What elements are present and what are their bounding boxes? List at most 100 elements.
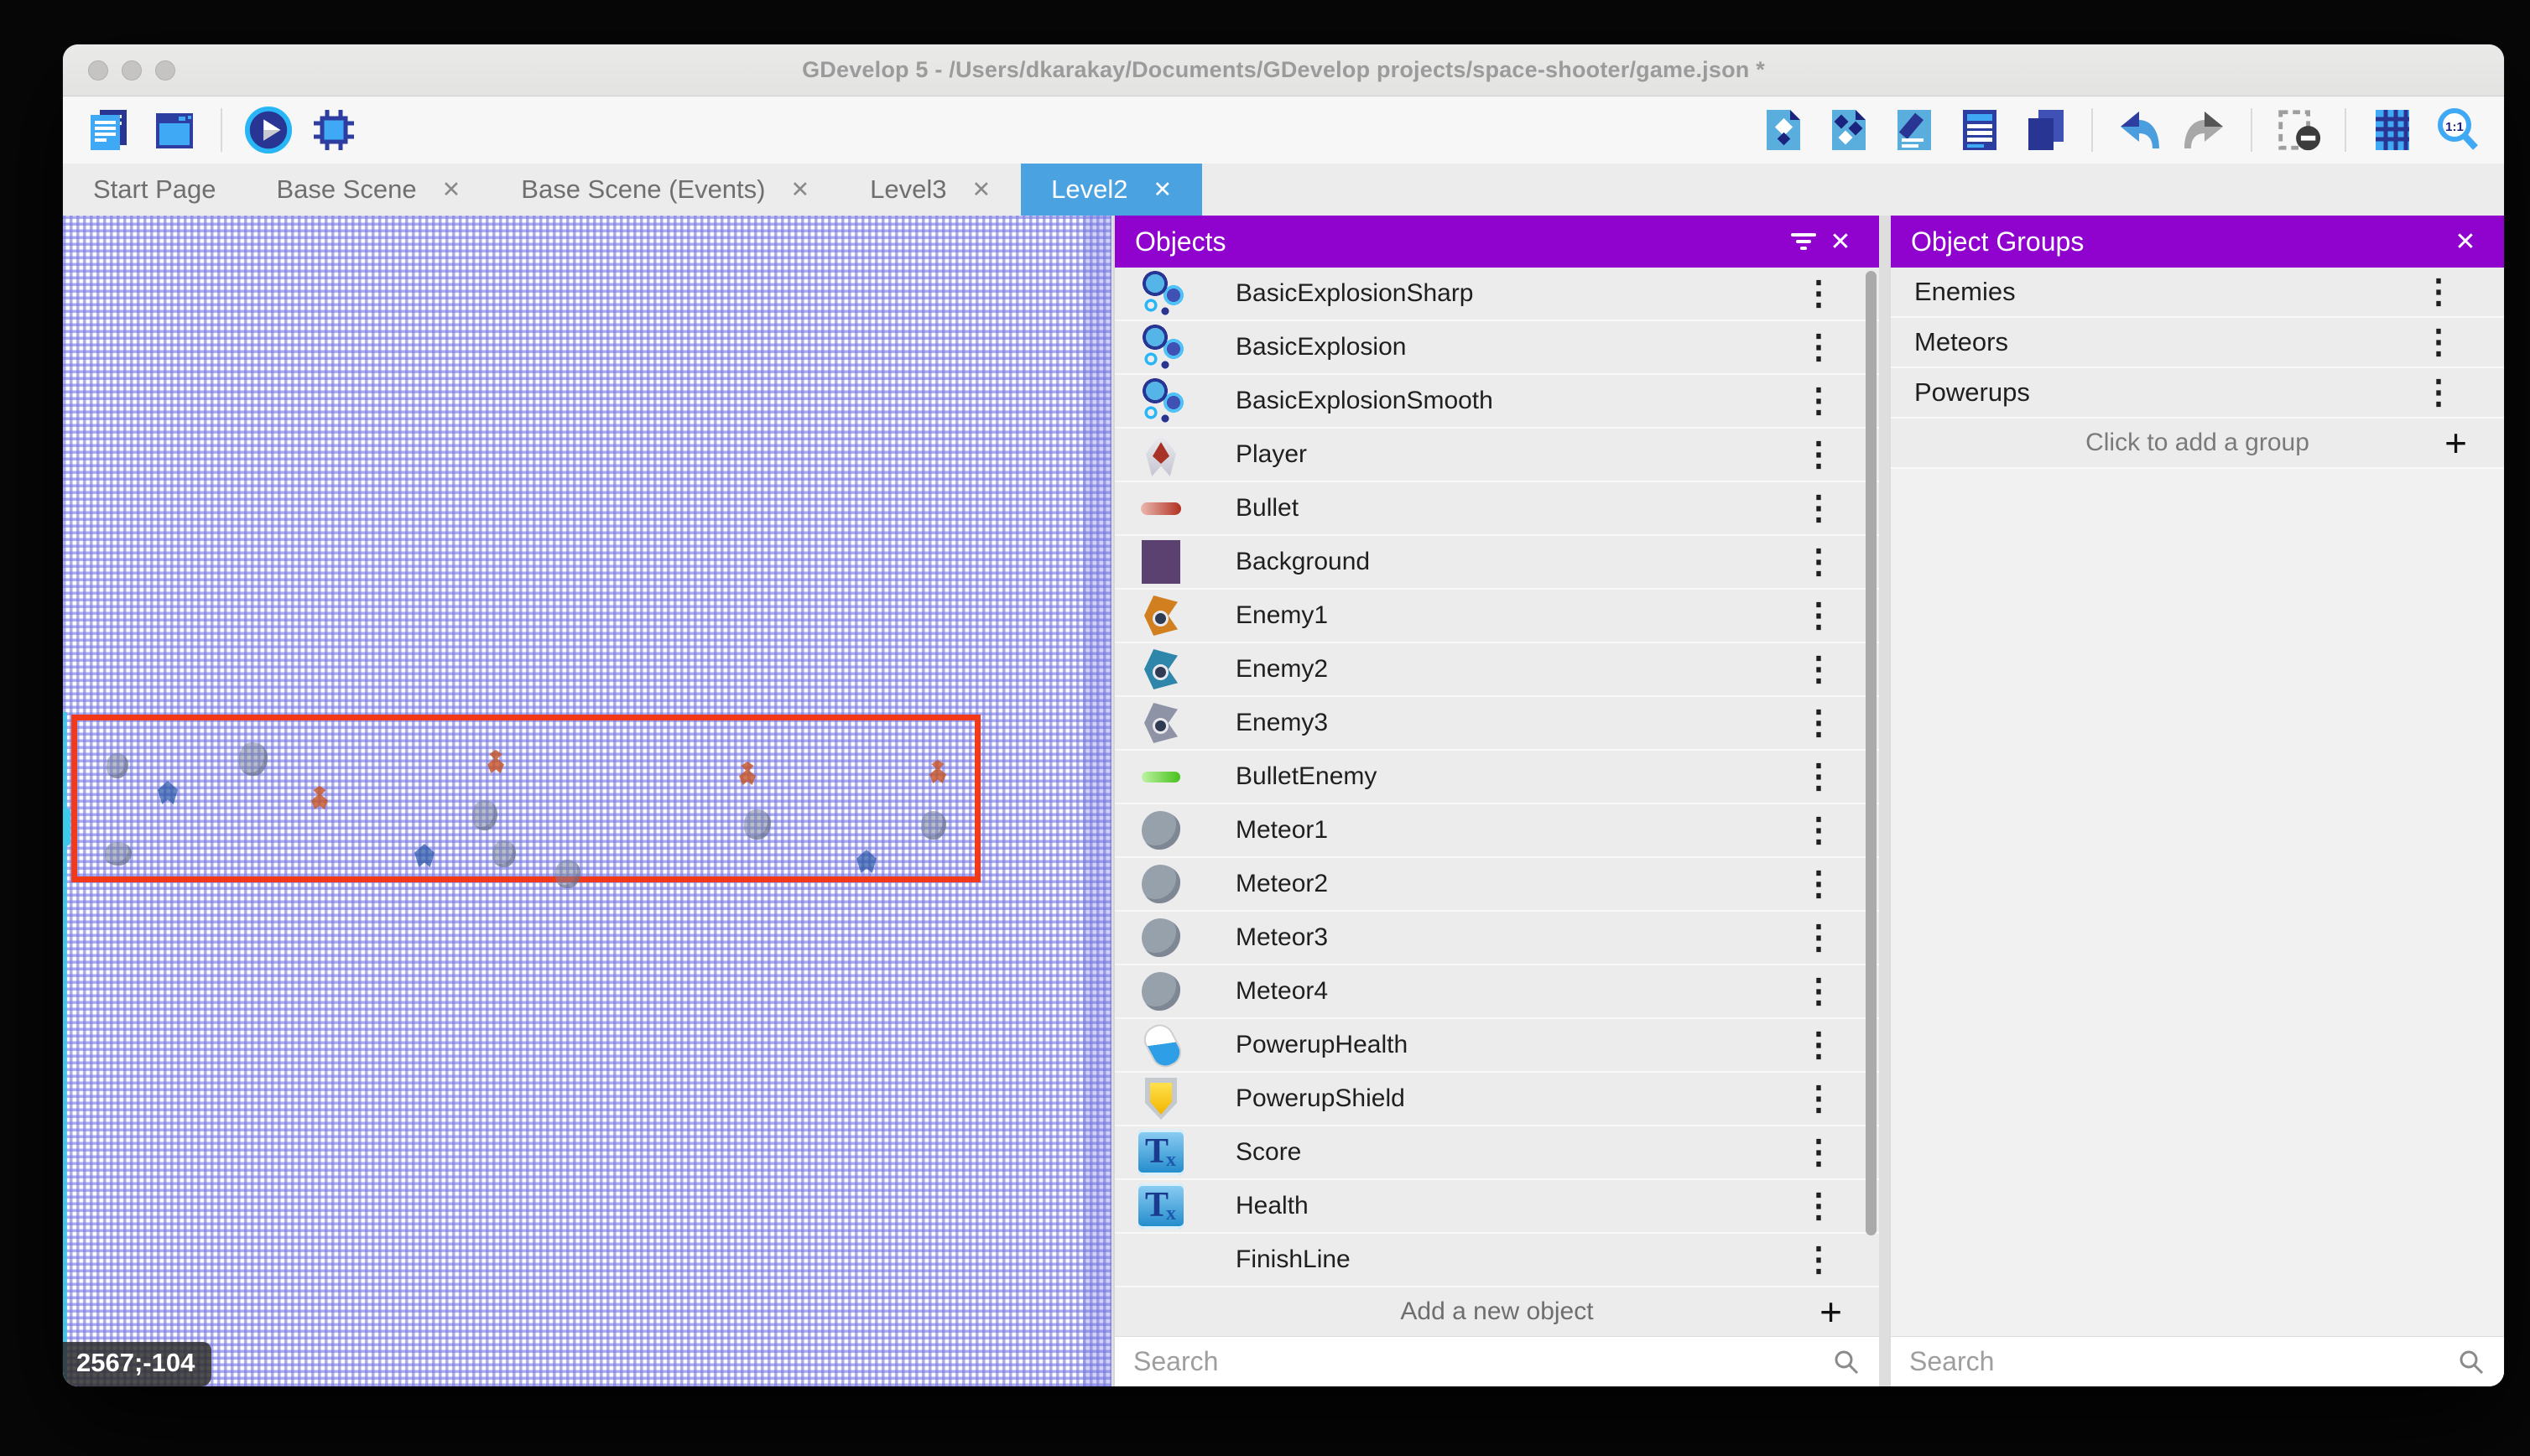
object-menu-icon[interactable]: ⋮	[1802, 1028, 1835, 1062]
object-menu-icon[interactable]: ⋮	[1802, 330, 1835, 364]
groups-search-input[interactable]	[1909, 1346, 2457, 1377]
object-row[interactable]: Enemy2 ⋮	[1115, 643, 1879, 697]
tab-close-icon[interactable]: ✕	[1153, 179, 1172, 201]
group-row[interactable]: Powerups ⋮	[1891, 368, 2504, 419]
add-group-button[interactable]: Click to add a group +	[1891, 419, 2504, 469]
object-thumbnail-icon	[1138, 378, 1184, 424]
object-menu-icon[interactable]: ⋮	[1802, 921, 1835, 954]
object-menu-icon[interactable]: ⋮	[1802, 277, 1835, 310]
cursor-coordinates: 2567;-104	[63, 1342, 211, 1386]
minimize-window-button[interactable]	[122, 60, 142, 81]
object-row[interactable]: Player ⋮	[1115, 429, 1879, 482]
object-row[interactable]: Enemy3 ⋮	[1115, 697, 1879, 751]
close-object-groups-panel-icon[interactable]: ✕	[2447, 223, 2484, 260]
scene-canvas[interactable]: 2567;-104	[63, 216, 1111, 1386]
object-menu-icon[interactable]: ⋮	[1802, 867, 1835, 901]
object-row[interactable]: BasicExplosionSmooth ⋮	[1115, 375, 1879, 429]
object-menu-icon[interactable]: ⋮	[1802, 384, 1835, 418]
canvas-out-of-scene-strip	[1083, 216, 1111, 1386]
object-menu-icon[interactable]: ⋮	[1802, 653, 1835, 686]
scene-instance[interactable]	[105, 842, 132, 866]
object-row[interactable]: Score ⋮	[1115, 1126, 1879, 1180]
group-menu-icon[interactable]: ⋮	[2422, 376, 2455, 409]
tab[interactable]: Start Page	[63, 164, 246, 216]
debug-icon[interactable]	[310, 106, 358, 154]
object-menu-icon[interactable]: ⋮	[1802, 1243, 1835, 1277]
scene-instance[interactable]	[555, 860, 580, 888]
object-row[interactable]: Health ⋮	[1115, 1180, 1879, 1234]
object-thumbnail-icon	[1138, 1130, 1184, 1175]
object-row[interactable]: BasicExplosion ⋮	[1115, 321, 1879, 375]
finish-line-handle[interactable]	[63, 808, 70, 846]
instance-properties-icon[interactable]	[1759, 106, 1808, 154]
scene-instance[interactable]	[921, 811, 946, 840]
object-menu-icon[interactable]: ⋮	[1802, 491, 1835, 525]
tab[interactable]: Level3 ✕	[840, 164, 1021, 216]
object-menu-icon[interactable]: ⋮	[1802, 438, 1835, 471]
object-row[interactable]: Meteor4 ⋮	[1115, 965, 1879, 1019]
object-thumbnail-icon	[1138, 754, 1184, 799]
tab-close-icon[interactable]: ✕	[790, 179, 809, 201]
object-row[interactable]: Bullet ⋮	[1115, 482, 1879, 536]
tab-close-icon[interactable]: ✕	[442, 179, 461, 201]
objects-search-row	[1115, 1336, 1879, 1386]
object-row[interactable]: Enemy1 ⋮	[1115, 590, 1879, 643]
toggle-grid-icon[interactable]	[2368, 106, 2417, 154]
editor-content: 2567;-104 Objects ✕ Bas	[63, 216, 2504, 1386]
group-menu-icon[interactable]: ⋮	[2422, 325, 2455, 359]
scene-instance[interactable]	[492, 840, 516, 867]
add-new-object-button[interactable]: Add a new object +	[1115, 1287, 1879, 1336]
object-row[interactable]: BasicExplosionSharp ⋮	[1115, 268, 1879, 321]
object-row[interactable]: Meteor2 ⋮	[1115, 858, 1879, 912]
group-row[interactable]: Enemies ⋮	[1891, 268, 2504, 318]
object-thumbnail-icon	[1138, 861, 1184, 907]
scene-instance[interactable]	[107, 753, 128, 778]
object-menu-icon[interactable]: ⋮	[1802, 1136, 1835, 1169]
delete-instances-icon[interactable]	[2274, 106, 2323, 154]
scene-instance[interactable]	[744, 809, 771, 840]
zoom-window-button[interactable]	[155, 60, 175, 81]
object-row[interactable]: PowerupHealth ⋮	[1115, 1019, 1879, 1073]
search-icon	[1832, 1348, 1861, 1376]
object-menu-icon[interactable]: ⋮	[1802, 1189, 1835, 1223]
tab[interactable]: Base Scene ✕	[246, 164, 491, 216]
object-menu-icon[interactable]: ⋮	[1802, 706, 1835, 740]
filter-icon[interactable]	[1785, 223, 1822, 260]
undo-icon[interactable]	[2115, 106, 2163, 154]
object-row[interactable]: BulletEnemy ⋮	[1115, 751, 1879, 804]
zoom-1-1-icon[interactable]: 1:1	[2434, 106, 2482, 154]
object-row[interactable]: Meteor1 ⋮	[1115, 804, 1879, 858]
close-window-button[interactable]	[88, 60, 108, 81]
preview-play-icon[interactable]	[244, 106, 293, 154]
object-menu-icon[interactable]: ⋮	[1802, 760, 1835, 793]
layers-icon[interactable]	[2021, 106, 2069, 154]
object-row[interactable]: Background ⋮	[1115, 536, 1879, 590]
group-menu-icon[interactable]: ⋮	[2422, 275, 2455, 309]
scene-instance[interactable]	[472, 800, 497, 830]
object-menu-icon[interactable]: ⋮	[1802, 975, 1835, 1008]
object-groups-icon[interactable]	[1825, 106, 1873, 154]
scene-window-icon[interactable]	[150, 106, 199, 154]
object-menu-icon[interactable]: ⋮	[1802, 814, 1835, 847]
add-group-label: Click to add a group	[2085, 429, 2309, 457]
object-menu-icon[interactable]: ⋮	[1802, 1082, 1835, 1115]
tab[interactable]: Level2 ✕	[1021, 164, 1202, 216]
edit-scene-icon[interactable]	[1890, 106, 1939, 154]
tab[interactable]: Base Scene (Events) ✕	[491, 164, 840, 216]
object-menu-icon[interactable]: ⋮	[1802, 599, 1835, 632]
objects-scrollbar[interactable]	[1866, 271, 1877, 1235]
close-objects-panel-icon[interactable]: ✕	[1822, 223, 1859, 260]
redo-icon[interactable]	[2180, 106, 2229, 154]
panel-divider[interactable]	[1879, 216, 1889, 1386]
object-menu-icon[interactable]: ⋮	[1802, 545, 1835, 579]
object-row[interactable]: FinishLine ⋮	[1115, 1234, 1879, 1287]
project-manager-icon[interactable]	[85, 106, 133, 154]
objects-search-input[interactable]	[1133, 1346, 1832, 1377]
group-row[interactable]: Meteors ⋮	[1891, 318, 2504, 368]
object-row[interactable]: Meteor3 ⋮	[1115, 912, 1879, 965]
instances-list-icon[interactable]	[1955, 106, 2004, 154]
object-thumbnail-icon	[1138, 969, 1184, 1014]
object-row[interactable]: PowerupShield ⋮	[1115, 1073, 1879, 1126]
scene-instance[interactable]	[239, 742, 268, 776]
tab-close-icon[interactable]: ✕	[971, 179, 991, 201]
